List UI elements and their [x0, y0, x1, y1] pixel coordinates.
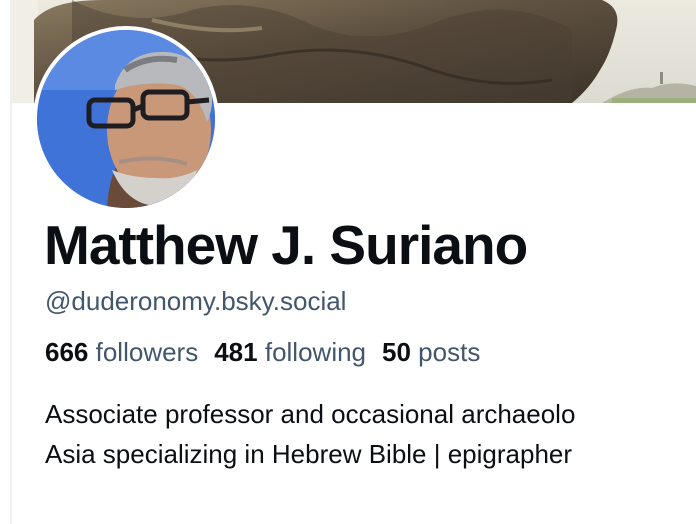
profile-header: Matthew J. Suriano @duderonomy.bsky.soci… [0, 0, 696, 524]
following-label: following [264, 337, 367, 367]
display-name: Matthew J. Suriano [44, 214, 528, 276]
bio-line: Asia specializing in Hebrew Bible | epig… [45, 439, 573, 469]
avatar[interactable] [33, 26, 219, 212]
posts-label: posts [418, 337, 481, 367]
followers-label: followers [95, 337, 199, 367]
followers-count: 666 [45, 337, 89, 367]
bio-line: Associate professor and occasional archa… [45, 399, 576, 429]
following-count: 481 [214, 337, 258, 367]
profile-handle: @duderonomy.bsky.social [45, 286, 347, 316]
followers-link[interactable]: 666 followers [45, 335, 198, 369]
profile-stats: 666 followers 481 following 50 posts [45, 335, 480, 369]
posts-link: 50 posts [382, 335, 480, 369]
following-link[interactable]: 481 following [214, 335, 366, 369]
profile-bio: Associate professor and occasional archa… [45, 394, 575, 474]
posts-count: 50 [382, 337, 411, 367]
avatar-photo-illustration [37, 30, 215, 208]
